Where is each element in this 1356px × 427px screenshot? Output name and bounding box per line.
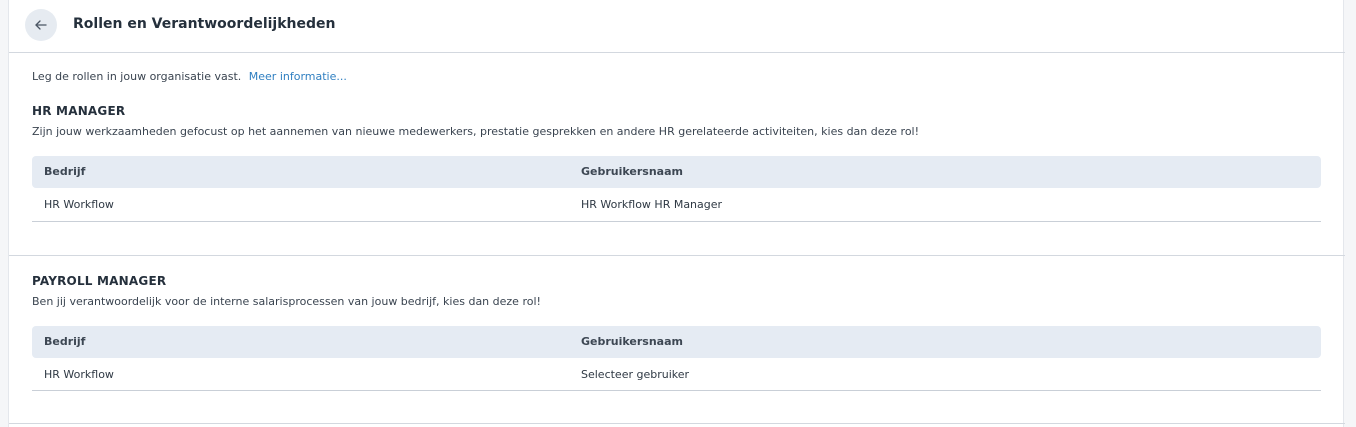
select-user-field[interactable]: Selecteer gebruiker	[581, 368, 689, 381]
cell-bedrijf: HR Workflow	[44, 368, 114, 381]
more-info-link[interactable]: Meer informatie...	[249, 70, 347, 83]
page-title: Rollen en Verantwoordelijkheden	[73, 16, 336, 32]
section-divider	[9, 423, 1345, 424]
cell-gebruikersnaam[interactable]: HR Workflow HR Manager	[581, 198, 722, 211]
arrow-left-icon	[34, 18, 48, 32]
intro-text: Leg de rollen in jouw organisatie vast. …	[32, 70, 347, 83]
back-button[interactable]	[25, 9, 57, 41]
role-title: HR MANAGER	[32, 104, 126, 118]
column-header-gebruikersnaam: Gebruikersnaam	[581, 165, 683, 178]
column-header-gebruikersnaam: Gebruikersnaam	[581, 335, 683, 348]
role-title: PAYROLL MANAGER	[32, 274, 167, 288]
table-row: HR Workflow HR Workflow HR Manager	[32, 188, 1321, 222]
column-header-bedrijf: Bedrijf	[44, 165, 86, 178]
page-header: Rollen en Verantwoordelijkheden	[9, 0, 1345, 53]
roles-panel: Rollen en Verantwoordelijkheden Leg de r…	[8, 0, 1345, 427]
table-row: HR Workflow Selecteer gebruiker	[32, 358, 1321, 391]
table-header: Bedrijf Gebruikersnaam	[32, 326, 1321, 358]
role-description: Zijn jouw werkzaamheden gefocust op het …	[32, 125, 920, 138]
table-header: Bedrijf Gebruikersnaam	[32, 156, 1321, 188]
cell-bedrijf: HR Workflow	[44, 198, 114, 211]
role-description: Ben jij verantwoordelijk voor de interne…	[32, 295, 541, 308]
column-header-bedrijf: Bedrijf	[44, 335, 86, 348]
section-divider	[9, 255, 1345, 256]
intro-description: Leg de rollen in jouw organisatie vast.	[32, 70, 242, 83]
